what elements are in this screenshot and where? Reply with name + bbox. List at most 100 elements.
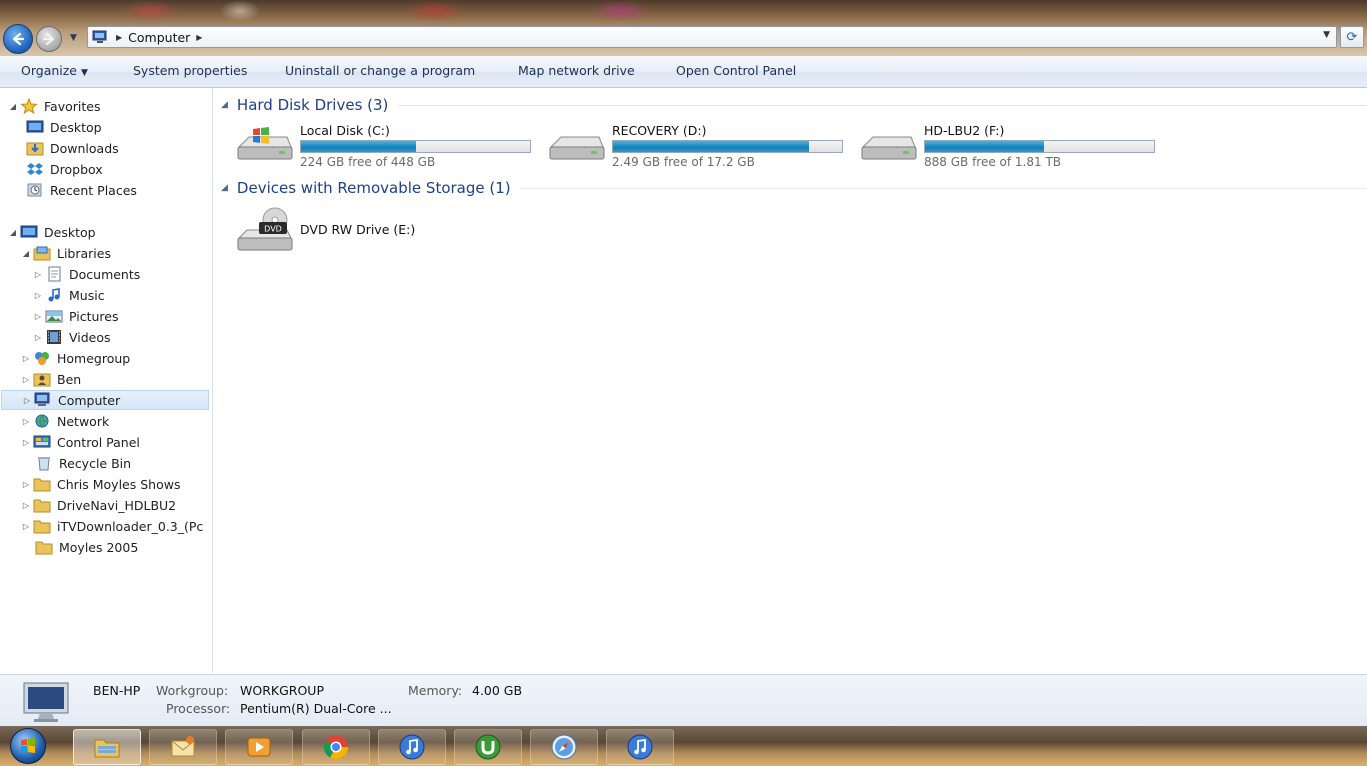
star-icon bbox=[20, 98, 38, 114]
desktop-icon bbox=[26, 119, 44, 135]
tree-libraries[interactable]: ◢ Libraries bbox=[21, 243, 111, 263]
hard-drive-icon bbox=[549, 136, 605, 160]
tree-folder-moyles-2005[interactable]: Moyles 2005 bbox=[33, 537, 138, 557]
tree-library-pictures[interactable]: ▷ Pictures bbox=[33, 306, 119, 326]
drive-item-f[interactable]: HD-LBU2 (F:) 888 GB free of 1.81 TB bbox=[859, 123, 1159, 171]
desktop-icon bbox=[20, 224, 38, 240]
group-divider bbox=[520, 187, 1367, 189]
drive-usage-fill bbox=[925, 141, 1045, 152]
tree-favorite-dropbox[interactable]: Dropbox bbox=[24, 159, 103, 179]
tree-label: Network bbox=[57, 413, 110, 429]
expanded-triangle-icon[interactable]: ◢ bbox=[8, 228, 18, 237]
tree-folder-chris-moyles[interactable]: ▷ Chris Moyles Shows bbox=[21, 474, 180, 494]
organize-button[interactable]: Organize ▼ bbox=[21, 63, 88, 78]
expanded-triangle-icon[interactable]: ◢ bbox=[21, 249, 31, 258]
user-folder-icon bbox=[33, 371, 51, 387]
collapsed-triangle-icon[interactable]: ▷ bbox=[21, 480, 31, 489]
chevron-down-icon: ▼ bbox=[81, 68, 88, 78]
drive-item-c[interactable]: Local Disk (C:) 224 GB free of 448 GB bbox=[235, 123, 535, 171]
tree-computer[interactable]: ▷ Computer bbox=[1, 390, 209, 410]
group-header-hard-disk-drives[interactable]: ◢ Hard Disk Drives (3) bbox=[221, 96, 1367, 114]
start-button[interactable] bbox=[2, 728, 54, 764]
drive-item-d[interactable]: RECOVERY (D:) 2.49 GB free of 17.2 GB bbox=[547, 123, 847, 171]
collapsed-triangle-icon[interactable]: ▷ bbox=[21, 375, 31, 384]
breadcrumb-computer[interactable]: Computer bbox=[128, 30, 190, 45]
itunes-icon bbox=[399, 734, 425, 760]
tree-favorites[interactable]: ◢ Favorites bbox=[8, 96, 100, 116]
address-bar[interactable]: ▶ Computer ▶ ▼ bbox=[87, 26, 1337, 48]
drive-name: RECOVERY (D:) bbox=[612, 123, 707, 138]
collapsed-triangle-icon[interactable]: ▷ bbox=[21, 417, 31, 426]
documents-icon bbox=[45, 266, 63, 282]
tree-label: Libraries bbox=[57, 245, 111, 261]
tree-control-panel[interactable]: ▷ Control Panel bbox=[21, 432, 140, 452]
breadcrumb-separator-icon[interactable]: ▶ bbox=[116, 33, 122, 42]
mail-icon bbox=[171, 736, 195, 757]
forward-button[interactable] bbox=[36, 26, 62, 52]
utorrent-icon bbox=[475, 734, 501, 760]
collapsed-triangle-icon[interactable]: ▷ bbox=[21, 438, 31, 447]
back-button[interactable] bbox=[3, 24, 33, 54]
tree-folder-itvdownloader[interactable]: ▷ iTVDownloader_0.3_(Pc bbox=[21, 516, 211, 536]
collapsed-triangle-icon[interactable]: ▷ bbox=[33, 270, 43, 279]
open-control-panel-button[interactable]: Open Control Panel bbox=[676, 63, 796, 78]
tree-desktop[interactable]: ◢ Desktop bbox=[8, 222, 96, 242]
taskbar-explorer[interactable] bbox=[73, 729, 141, 765]
taskbar-mail[interactable] bbox=[149, 729, 217, 765]
expanded-triangle-icon[interactable]: ◢ bbox=[221, 100, 228, 110]
organize-label: Organize bbox=[21, 63, 77, 78]
tree-label: Desktop bbox=[50, 119, 102, 135]
recent-pages-chevron-down-icon[interactable]: ▼ bbox=[70, 33, 77, 43]
tree-network[interactable]: ▷ Network bbox=[21, 411, 109, 431]
expanded-triangle-icon[interactable]: ◢ bbox=[8, 102, 18, 111]
group-header-removable-storage[interactable]: ◢ Devices with Removable Storage (1) bbox=[221, 179, 1367, 197]
folder-icon bbox=[33, 518, 51, 534]
tree-homegroup[interactable]: ▷ Homegroup bbox=[21, 348, 130, 368]
group-title: Hard Disk Drives (3) bbox=[236, 96, 389, 114]
tree-label: Music bbox=[69, 287, 105, 303]
tree-favorite-recent-places[interactable]: Recent Places bbox=[24, 180, 137, 200]
recent-places-icon bbox=[26, 182, 44, 198]
dropbox-icon bbox=[26, 161, 44, 177]
drive-usage-bar bbox=[300, 140, 531, 153]
refresh-button[interactable]: ⟳ bbox=[1340, 26, 1364, 48]
taskbar-utorrent[interactable] bbox=[454, 729, 522, 765]
group-title: Devices with Removable Storage (1) bbox=[236, 179, 511, 197]
windows-logo-icon bbox=[10, 728, 46, 764]
taskbar-media-player[interactable] bbox=[225, 729, 293, 765]
taskbar-itunes-2[interactable] bbox=[606, 729, 674, 765]
drive-usage-fill bbox=[301, 141, 416, 152]
drive-free-space: 224 GB free of 448 GB bbox=[300, 155, 436, 169]
homegroup-icon bbox=[33, 350, 51, 366]
collapsed-triangle-icon[interactable]: ▷ bbox=[21, 501, 31, 510]
windows-drive-icon bbox=[237, 127, 293, 160]
tree-folder-drivenavi[interactable]: ▷ DriveNavi_HDLBU2 bbox=[21, 495, 176, 515]
taskbar-chrome[interactable] bbox=[302, 729, 370, 765]
collapsed-triangle-icon[interactable]: ▷ bbox=[21, 354, 31, 363]
system-properties-button[interactable]: System properties bbox=[133, 63, 247, 78]
breadcrumb-separator-icon[interactable]: ▶ bbox=[196, 33, 202, 42]
expanded-triangle-icon[interactable]: ◢ bbox=[221, 183, 228, 193]
tree-library-music[interactable]: ▷ Music bbox=[33, 285, 105, 305]
taskbar-safari[interactable] bbox=[530, 729, 598, 765]
tree-library-videos[interactable]: ▷ Videos bbox=[33, 327, 111, 347]
explorer-icon bbox=[94, 739, 120, 758]
computer-icon bbox=[34, 392, 52, 408]
tree-favorite-desktop[interactable]: Desktop bbox=[24, 117, 102, 137]
collapsed-triangle-icon[interactable]: ▷ bbox=[33, 312, 43, 321]
tree-recycle-bin[interactable]: Recycle Bin bbox=[33, 453, 131, 473]
computer-icon bbox=[92, 30, 107, 43]
tree-ben[interactable]: ▷ Ben bbox=[21, 369, 81, 389]
collapsed-triangle-icon[interactable]: ▷ bbox=[21, 522, 31, 531]
taskbar-itunes[interactable] bbox=[378, 729, 446, 765]
drive-item-e[interactable]: DVD DVD RW Drive (E:) bbox=[235, 206, 535, 254]
collapsed-triangle-icon[interactable]: ▷ bbox=[33, 333, 43, 342]
collapsed-triangle-icon[interactable]: ▷ bbox=[33, 291, 43, 300]
map-network-drive-button[interactable]: Map network drive bbox=[518, 63, 635, 78]
tree-favorite-downloads[interactable]: Downloads bbox=[24, 138, 119, 158]
address-dropdown-chevron-down-icon[interactable]: ▼ bbox=[1323, 30, 1330, 40]
wallpaper-glow bbox=[405, 0, 465, 22]
tree-library-documents[interactable]: ▷ Documents bbox=[33, 264, 140, 284]
uninstall-program-button[interactable]: Uninstall or change a program bbox=[285, 63, 475, 78]
collapsed-triangle-icon[interactable]: ▷ bbox=[22, 396, 32, 405]
